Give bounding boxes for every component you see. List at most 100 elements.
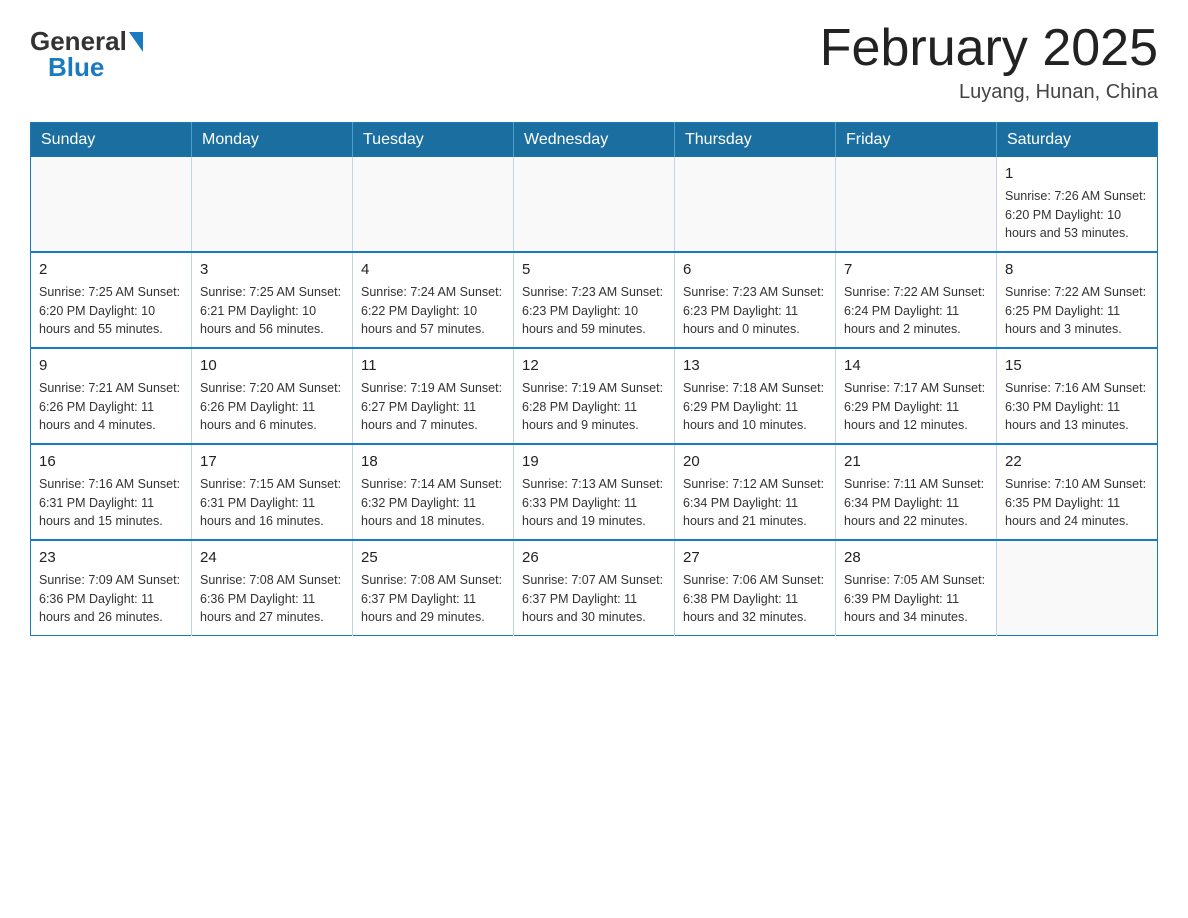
day-info: Sunrise: 7:10 AM Sunset: 6:35 PM Dayligh… (1005, 475, 1149, 531)
calendar-cell: 5Sunrise: 7:23 AM Sunset: 6:23 PM Daylig… (514, 252, 675, 348)
weekday-header-sunday: Sunday (31, 123, 192, 158)
day-number: 12 (522, 355, 666, 377)
day-number: 28 (844, 547, 988, 569)
calendar-cell (192, 157, 353, 252)
calendar-cell (353, 157, 514, 252)
day-number: 11 (361, 355, 505, 377)
calendar-cell: 28Sunrise: 7:05 AM Sunset: 6:39 PM Dayli… (836, 540, 997, 636)
calendar-cell: 17Sunrise: 7:15 AM Sunset: 6:31 PM Dayli… (192, 444, 353, 540)
day-number: 27 (683, 547, 827, 569)
day-number: 16 (39, 451, 183, 473)
calendar-cell: 12Sunrise: 7:19 AM Sunset: 6:28 PM Dayli… (514, 348, 675, 444)
calendar-cell: 13Sunrise: 7:18 AM Sunset: 6:29 PM Dayli… (675, 348, 836, 444)
day-info: Sunrise: 7:08 AM Sunset: 6:37 PM Dayligh… (361, 571, 505, 627)
calendar-cell: 1Sunrise: 7:26 AM Sunset: 6:20 PM Daylig… (997, 157, 1158, 252)
logo-general-text: General (30, 28, 127, 54)
day-info: Sunrise: 7:20 AM Sunset: 6:26 PM Dayligh… (200, 379, 344, 435)
calendar-cell (997, 540, 1158, 636)
calendar-cell: 9Sunrise: 7:21 AM Sunset: 6:26 PM Daylig… (31, 348, 192, 444)
calendar-cell (675, 157, 836, 252)
logo-blue-text: Blue (48, 54, 104, 80)
day-number: 24 (200, 547, 344, 569)
calendar-cell: 16Sunrise: 7:16 AM Sunset: 6:31 PM Dayli… (31, 444, 192, 540)
calendar-week-row: 23Sunrise: 7:09 AM Sunset: 6:36 PM Dayli… (31, 540, 1158, 636)
weekday-header-wednesday: Wednesday (514, 123, 675, 158)
weekday-header-saturday: Saturday (997, 123, 1158, 158)
day-number: 26 (522, 547, 666, 569)
day-info: Sunrise: 7:13 AM Sunset: 6:33 PM Dayligh… (522, 475, 666, 531)
day-number: 5 (522, 259, 666, 281)
day-info: Sunrise: 7:05 AM Sunset: 6:39 PM Dayligh… (844, 571, 988, 627)
day-number: 13 (683, 355, 827, 377)
day-info: Sunrise: 7:07 AM Sunset: 6:37 PM Dayligh… (522, 571, 666, 627)
calendar-cell: 4Sunrise: 7:24 AM Sunset: 6:22 PM Daylig… (353, 252, 514, 348)
day-info: Sunrise: 7:21 AM Sunset: 6:26 PM Dayligh… (39, 379, 183, 435)
day-info: Sunrise: 7:12 AM Sunset: 6:34 PM Dayligh… (683, 475, 827, 531)
calendar-header-row: SundayMondayTuesdayWednesdayThursdayFrid… (31, 123, 1158, 158)
day-number: 8 (1005, 259, 1149, 281)
calendar-table: SundayMondayTuesdayWednesdayThursdayFrid… (30, 122, 1158, 636)
calendar-cell: 20Sunrise: 7:12 AM Sunset: 6:34 PM Dayli… (675, 444, 836, 540)
day-info: Sunrise: 7:23 AM Sunset: 6:23 PM Dayligh… (683, 283, 827, 339)
weekday-header-monday: Monday (192, 123, 353, 158)
calendar-cell: 18Sunrise: 7:14 AM Sunset: 6:32 PM Dayli… (353, 444, 514, 540)
day-info: Sunrise: 7:14 AM Sunset: 6:32 PM Dayligh… (361, 475, 505, 531)
calendar-cell: 3Sunrise: 7:25 AM Sunset: 6:21 PM Daylig… (192, 252, 353, 348)
calendar-cell: 19Sunrise: 7:13 AM Sunset: 6:33 PM Dayli… (514, 444, 675, 540)
title-block: February 2025 Luyang, Hunan, China (820, 20, 1158, 104)
day-info: Sunrise: 7:22 AM Sunset: 6:25 PM Dayligh… (1005, 283, 1149, 339)
calendar-cell: 8Sunrise: 7:22 AM Sunset: 6:25 PM Daylig… (997, 252, 1158, 348)
day-number: 18 (361, 451, 505, 473)
day-number: 17 (200, 451, 344, 473)
calendar-cell: 11Sunrise: 7:19 AM Sunset: 6:27 PM Dayli… (353, 348, 514, 444)
day-info: Sunrise: 7:11 AM Sunset: 6:34 PM Dayligh… (844, 475, 988, 531)
day-info: Sunrise: 7:16 AM Sunset: 6:31 PM Dayligh… (39, 475, 183, 531)
day-number: 7 (844, 259, 988, 281)
calendar-cell: 25Sunrise: 7:08 AM Sunset: 6:37 PM Dayli… (353, 540, 514, 636)
calendar-cell: 22Sunrise: 7:10 AM Sunset: 6:35 PM Dayli… (997, 444, 1158, 540)
calendar-cell: 23Sunrise: 7:09 AM Sunset: 6:36 PM Dayli… (31, 540, 192, 636)
month-title: February 2025 (820, 20, 1158, 77)
day-number: 15 (1005, 355, 1149, 377)
day-info: Sunrise: 7:19 AM Sunset: 6:28 PM Dayligh… (522, 379, 666, 435)
day-number: 20 (683, 451, 827, 473)
weekday-header-tuesday: Tuesday (353, 123, 514, 158)
day-info: Sunrise: 7:19 AM Sunset: 6:27 PM Dayligh… (361, 379, 505, 435)
calendar-cell: 10Sunrise: 7:20 AM Sunset: 6:26 PM Dayli… (192, 348, 353, 444)
day-number: 25 (361, 547, 505, 569)
location-text: Luyang, Hunan, China (820, 81, 1158, 104)
day-number: 1 (1005, 163, 1149, 185)
calendar-week-row: 2Sunrise: 7:25 AM Sunset: 6:20 PM Daylig… (31, 252, 1158, 348)
day-number: 9 (39, 355, 183, 377)
calendar-cell: 21Sunrise: 7:11 AM Sunset: 6:34 PM Dayli… (836, 444, 997, 540)
day-info: Sunrise: 7:16 AM Sunset: 6:30 PM Dayligh… (1005, 379, 1149, 435)
day-info: Sunrise: 7:09 AM Sunset: 6:36 PM Dayligh… (39, 571, 183, 627)
day-info: Sunrise: 7:17 AM Sunset: 6:29 PM Dayligh… (844, 379, 988, 435)
day-info: Sunrise: 7:23 AM Sunset: 6:23 PM Dayligh… (522, 283, 666, 339)
day-info: Sunrise: 7:25 AM Sunset: 6:21 PM Dayligh… (200, 283, 344, 339)
weekday-header-thursday: Thursday (675, 123, 836, 158)
calendar-cell: 6Sunrise: 7:23 AM Sunset: 6:23 PM Daylig… (675, 252, 836, 348)
day-info: Sunrise: 7:18 AM Sunset: 6:29 PM Dayligh… (683, 379, 827, 435)
day-info: Sunrise: 7:26 AM Sunset: 6:20 PM Dayligh… (1005, 187, 1149, 243)
day-number: 23 (39, 547, 183, 569)
calendar-week-row: 1Sunrise: 7:26 AM Sunset: 6:20 PM Daylig… (31, 157, 1158, 252)
day-info: Sunrise: 7:08 AM Sunset: 6:36 PM Dayligh… (200, 571, 344, 627)
logo: General Blue (30, 20, 143, 80)
day-info: Sunrise: 7:25 AM Sunset: 6:20 PM Dayligh… (39, 283, 183, 339)
day-number: 10 (200, 355, 344, 377)
calendar-cell: 7Sunrise: 7:22 AM Sunset: 6:24 PM Daylig… (836, 252, 997, 348)
day-number: 21 (844, 451, 988, 473)
day-info: Sunrise: 7:24 AM Sunset: 6:22 PM Dayligh… (361, 283, 505, 339)
calendar-cell: 14Sunrise: 7:17 AM Sunset: 6:29 PM Dayli… (836, 348, 997, 444)
calendar-cell: 2Sunrise: 7:25 AM Sunset: 6:20 PM Daylig… (31, 252, 192, 348)
calendar-week-row: 16Sunrise: 7:16 AM Sunset: 6:31 PM Dayli… (31, 444, 1158, 540)
day-number: 14 (844, 355, 988, 377)
calendar-cell (31, 157, 192, 252)
calendar-cell: 26Sunrise: 7:07 AM Sunset: 6:37 PM Dayli… (514, 540, 675, 636)
day-number: 2 (39, 259, 183, 281)
day-info: Sunrise: 7:22 AM Sunset: 6:24 PM Dayligh… (844, 283, 988, 339)
calendar-cell: 27Sunrise: 7:06 AM Sunset: 6:38 PM Dayli… (675, 540, 836, 636)
day-info: Sunrise: 7:15 AM Sunset: 6:31 PM Dayligh… (200, 475, 344, 531)
calendar-cell (514, 157, 675, 252)
